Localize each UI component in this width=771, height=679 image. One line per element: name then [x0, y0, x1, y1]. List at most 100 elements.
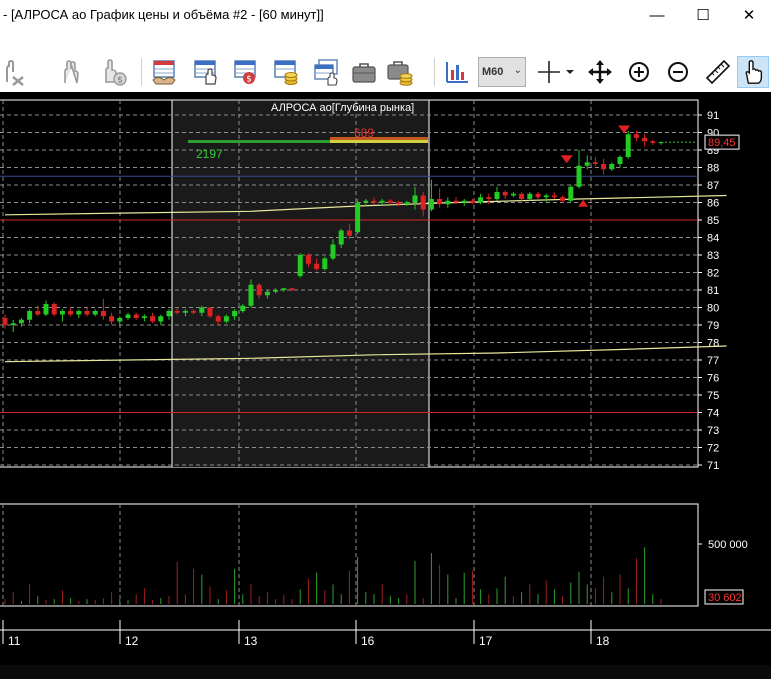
- candle-body: [273, 290, 279, 292]
- depth-ask-bar: [330, 140, 428, 143]
- crosshair-icon[interactable]: [533, 56, 565, 88]
- candle-body: [100, 311, 106, 317]
- y-tick-label: 83: [707, 250, 719, 262]
- candle-body: [223, 316, 229, 322]
- depth-bid-volume: 2197: [196, 147, 223, 161]
- candle-body: [584, 162, 590, 166]
- candle-body: [240, 305, 246, 311]
- candle-body: [502, 192, 508, 196]
- candle-body: [109, 316, 115, 322]
- depth-ask-volume: 689: [354, 126, 374, 140]
- candle-body: [355, 202, 361, 233]
- y-tick-label: 75: [707, 390, 719, 402]
- table-hand-icon[interactable]: [190, 56, 222, 88]
- candle-body: [527, 193, 533, 199]
- candle-body: [510, 193, 516, 196]
- y-tick-label: 88: [707, 163, 719, 175]
- candle-body: [314, 263, 320, 269]
- candle-body: [396, 202, 402, 205]
- handshake-table-icon[interactable]: [148, 56, 180, 88]
- move-icon[interactable]: [584, 56, 616, 88]
- candle-body: [182, 311, 188, 313]
- candle-body: [494, 192, 500, 199]
- candle-body: [51, 304, 57, 315]
- candle-body: [117, 318, 123, 322]
- candle-body: [27, 311, 33, 320]
- candle-body: [2, 318, 8, 325]
- table-stack-icon[interactable]: [310, 56, 342, 88]
- depth-ask-bar: [330, 137, 428, 140]
- candle-body: [174, 311, 180, 313]
- candle-body: [658, 142, 664, 144]
- maximize-button[interactable]: ☐: [680, 0, 726, 30]
- candle-body: [420, 195, 426, 210]
- x-tick-label: 17: [479, 634, 493, 648]
- zoom-out-icon[interactable]: [662, 56, 694, 88]
- candle-body: [412, 195, 418, 203]
- chart-type-icon[interactable]: [441, 56, 473, 88]
- x-tick-label: 18: [596, 634, 610, 648]
- y-tick-label: 77: [707, 355, 719, 367]
- close-button[interactable]: ✕: [726, 0, 771, 30]
- candle-body: [535, 193, 541, 198]
- candle-body: [289, 288, 295, 290]
- timeframe-value: M60: [482, 66, 504, 78]
- chevron-down-icon: ⌄: [513, 65, 522, 76]
- ruler-icon[interactable]: [702, 56, 734, 88]
- window-title: - [АЛРОСА ао График цены и объёма #2 - […: [3, 7, 324, 22]
- y-tick-label: 82: [707, 268, 719, 280]
- hand-cross-icon[interactable]: [0, 56, 28, 88]
- candle-body: [592, 162, 598, 164]
- x-tick-label: 13: [244, 634, 258, 648]
- candle-body: [601, 164, 607, 170]
- minimize-button[interactable]: —: [634, 0, 680, 30]
- timeframe-select[interactable]: M60 ⌄: [478, 57, 526, 87]
- status-strip: [0, 665, 771, 679]
- svg-text:$: $: [246, 75, 252, 85]
- y-tick-label: 86: [707, 198, 719, 210]
- hand-two-icon[interactable]: [55, 56, 87, 88]
- candle-body: [215, 316, 221, 322]
- y-tick-label: 87: [707, 180, 719, 192]
- candle-body: [560, 197, 566, 201]
- toolbar-separator: [141, 58, 142, 86]
- candle-body: [633, 134, 639, 138]
- x-tick-label: 12: [125, 634, 139, 648]
- candle-body: [346, 230, 352, 236]
- mdi-bar: – ❐ ✕: [0, 30, 771, 77]
- candle-body: [453, 200, 459, 203]
- depth-panel-title: АЛРОСА ао[Глубина рынка]: [271, 102, 414, 114]
- candle-body: [379, 200, 385, 203]
- volume-tick-label: 500 000: [708, 539, 748, 551]
- candle-body: [609, 164, 615, 170]
- y-tick-label: 78: [707, 338, 719, 350]
- candle-body: [338, 230, 344, 245]
- hand-coin-icon[interactable]: $: [98, 56, 130, 88]
- candle-body: [76, 311, 82, 315]
- candle-body: [35, 311, 41, 315]
- table-coins-icon[interactable]: [270, 56, 302, 88]
- table-ruble-icon[interactable]: $: [230, 56, 262, 88]
- toolbar-separator: [434, 58, 435, 86]
- candle-body: [84, 311, 90, 315]
- crosshair-dropdown-icon[interactable]: [563, 56, 577, 88]
- candle-body: [305, 255, 311, 264]
- candle-body: [486, 197, 492, 199]
- buy-marker: [578, 199, 589, 207]
- candle-body: [264, 291, 270, 296]
- candle-body: [576, 165, 582, 187]
- toolbar: $ $ M60 ⌄: [0, 52, 771, 92]
- briefcase-icon[interactable]: [348, 56, 380, 88]
- y-tick-label: 71: [707, 460, 719, 472]
- y-tick-label: 81: [707, 285, 719, 297]
- hand-pointer-icon[interactable]: [737, 56, 769, 88]
- y-tick-label: 72: [707, 443, 719, 455]
- briefcase-coins-icon[interactable]: [384, 56, 416, 88]
- price-volume-chart[interactable]: 7172737475767778798081828384858687888990…: [0, 92, 771, 679]
- candle-body: [43, 304, 49, 315]
- candle-body: [18, 319, 24, 324]
- chart-area[interactable]: 71 72 73 74 75 76 77 78 79 80 81 82 83 84 85 86 87 88 89 90…: [0, 92, 771, 679]
- zoom-in-icon[interactable]: [623, 56, 655, 88]
- candle-body: [68, 311, 74, 315]
- candle-body: [207, 307, 213, 317]
